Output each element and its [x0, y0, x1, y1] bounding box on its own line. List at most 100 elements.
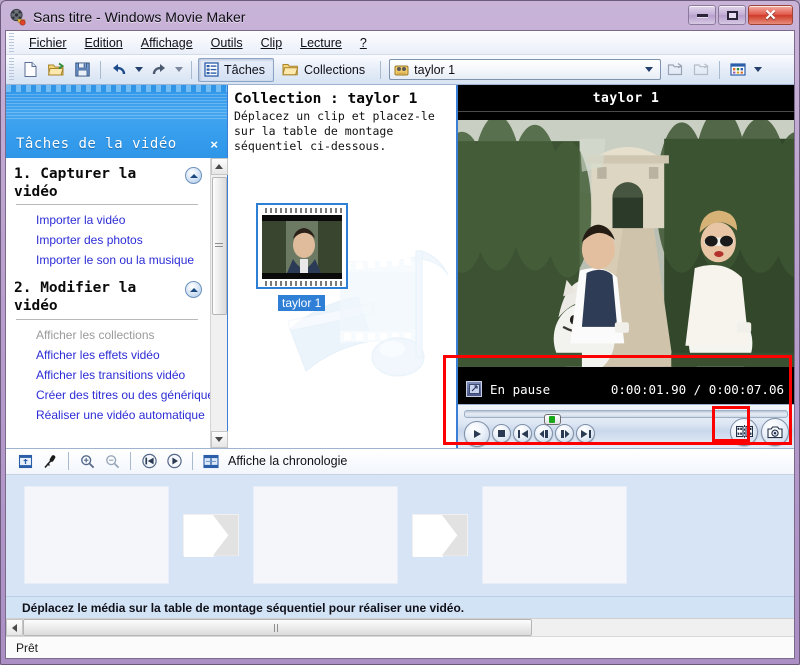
rewind-timeline-button[interactable] [138, 451, 160, 472]
next-frame-button[interactable] [555, 424, 574, 444]
storyboard-horizontal-scrollbar[interactable] [6, 618, 794, 636]
menu-lecture[interactable]: Lecture [291, 33, 351, 53]
undo-dropdown[interactable] [133, 58, 145, 81]
storyboard-cell[interactable] [253, 486, 398, 585]
task-link-import-video[interactable]: Importer la vidéo [14, 210, 204, 230]
take-picture-button[interactable] [761, 417, 789, 446]
video-preview[interactable] [458, 112, 794, 375]
status-bar-text: Prêt [16, 640, 39, 655]
scroll-left-button[interactable] [6, 619, 23, 636]
storyboard-view-button[interactable] [14, 451, 36, 472]
play-button[interactable] [464, 420, 490, 447]
zoom-out-button[interactable] [101, 451, 123, 472]
transition-slot[interactable] [412, 514, 468, 558]
film-perforations-bottom [262, 281, 342, 286]
menu-edition[interactable]: Edition [76, 33, 132, 53]
combobox-arrow[interactable] [640, 62, 657, 77]
menu-clip[interactable]: Clip [252, 33, 292, 53]
redo-arrow-icon [152, 63, 165, 74]
timeline-view-label[interactable]: Affiche la chronologie [228, 454, 347, 468]
grip-icon [215, 243, 223, 250]
task-link-show-collections: Afficher les collections [36, 327, 155, 342]
collection-hint: Déplacez un clip et placez-le sur la tab… [234, 109, 435, 154]
transition-arrow-icon [413, 515, 467, 556]
folder-up-icon [693, 63, 709, 76]
task-link-create-titles[interactable]: Créer des titres ou des génériques [14, 385, 210, 405]
collapse-capture-button[interactable] [185, 167, 202, 184]
chevron-up-icon [189, 173, 198, 178]
close-button[interactable]: ✕ [748, 5, 793, 25]
minimize-button[interactable] [688, 5, 716, 25]
collapse-edit-button[interactable] [185, 281, 202, 299]
task-link-import-photos[interactable]: Importer des photos [14, 230, 204, 250]
previous-clip-button[interactable] [513, 424, 532, 444]
menu-outils[interactable]: Outils [202, 33, 252, 53]
clip-item[interactable]: taylor 1 [256, 203, 348, 311]
toolbar-separator [380, 60, 382, 79]
storyboard-cell[interactable] [24, 486, 169, 585]
toolbar-separator [130, 452, 131, 471]
storyboard-hint: Déplacez le média sur la table de montag… [6, 596, 794, 618]
scrollbar-thumb[interactable] [23, 619, 532, 636]
scrollbar-thumb[interactable] [211, 177, 227, 316]
window-controls: ✕ [688, 5, 793, 25]
new-collection-folder-button[interactable] [663, 58, 687, 81]
storyboard-track[interactable] [6, 474, 794, 596]
views-dropdown[interactable] [752, 58, 764, 81]
views-button[interactable] [726, 58, 750, 81]
split-clip-button[interactable] [730, 417, 758, 446]
main-toolbar: Tâches Collections taylor 1 [6, 55, 794, 85]
transport-controls [458, 403, 794, 448]
task-pane-close-button[interactable]: × [210, 138, 218, 151]
new-project-button[interactable] [18, 58, 42, 81]
zoom-in-icon [80, 454, 94, 469]
stop-button[interactable] [492, 424, 511, 444]
scrollbar-track[interactable] [211, 175, 228, 431]
triangle-down-icon [215, 436, 223, 442]
previous-frame-button[interactable] [534, 424, 553, 444]
tasks-pane-button[interactable]: Tâches [198, 57, 274, 82]
task-pane-scrollbar[interactable] [210, 158, 228, 448]
storyboard-cell[interactable] [482, 486, 627, 585]
play-timeline-button[interactable] [163, 451, 185, 472]
chevron-down-icon [754, 67, 763, 72]
task-link-import-audio[interactable]: Importer le son ou la musique [14, 250, 204, 270]
task-link-automovie[interactable]: Réaliser une vidéo automatique [14, 405, 205, 425]
save-project-button[interactable] [70, 58, 94, 81]
triangle-left-icon [12, 623, 17, 632]
zoom-in-button[interactable] [76, 451, 98, 472]
narrate-timeline-button[interactable] [39, 451, 61, 472]
views-grid-icon [730, 63, 746, 76]
clip-thumbnail-frame[interactable] [256, 203, 348, 289]
task-link-show-transitions[interactable]: Afficher les transitions vidéo [14, 365, 204, 385]
display-icon [466, 381, 482, 398]
menu-affichage[interactable]: Affichage [132, 33, 202, 53]
transition-slot[interactable] [183, 514, 239, 558]
scrollbar-track[interactable] [23, 619, 794, 636]
next-clip-button[interactable] [576, 424, 595, 444]
scroll-down-button[interactable] [210, 430, 228, 448]
clip-label[interactable]: taylor 1 [278, 295, 326, 311]
menu-bar: Fichier Edition Affichage Outils Clip Le… [6, 31, 794, 55]
skip-forward-icon [580, 429, 591, 438]
scroll-up-button[interactable] [210, 158, 228, 175]
seek-slider-track[interactable] [464, 409, 788, 425]
menu-fichier[interactable]: Fichier [20, 33, 76, 53]
undo-button[interactable] [107, 58, 131, 81]
collections-pane-button[interactable]: Collections [276, 58, 374, 82]
redo-button[interactable] [147, 58, 171, 81]
open-project-button[interactable] [44, 58, 68, 81]
video-tasks-pane: Tâches de la vidéo × 1. Capturer la vidé… [6, 85, 228, 448]
collection-combobox[interactable]: taylor 1 [389, 59, 662, 80]
collection-up-button[interactable] [689, 58, 713, 81]
menu-help[interactable]: ? [351, 33, 376, 53]
camera-icon [766, 426, 783, 439]
restore-button[interactable] [718, 5, 746, 25]
redo-dropdown[interactable] [173, 58, 185, 81]
show-timeline-icon-button[interactable] [200, 451, 222, 472]
chevron-down-icon [135, 67, 143, 72]
task-section-heading: 2. Modifier la vidéo [14, 280, 137, 315]
task-link-show-effects[interactable]: Afficher les effets vidéo [14, 345, 204, 365]
clip-action-group [730, 417, 789, 446]
stop-icon [498, 430, 505, 438]
